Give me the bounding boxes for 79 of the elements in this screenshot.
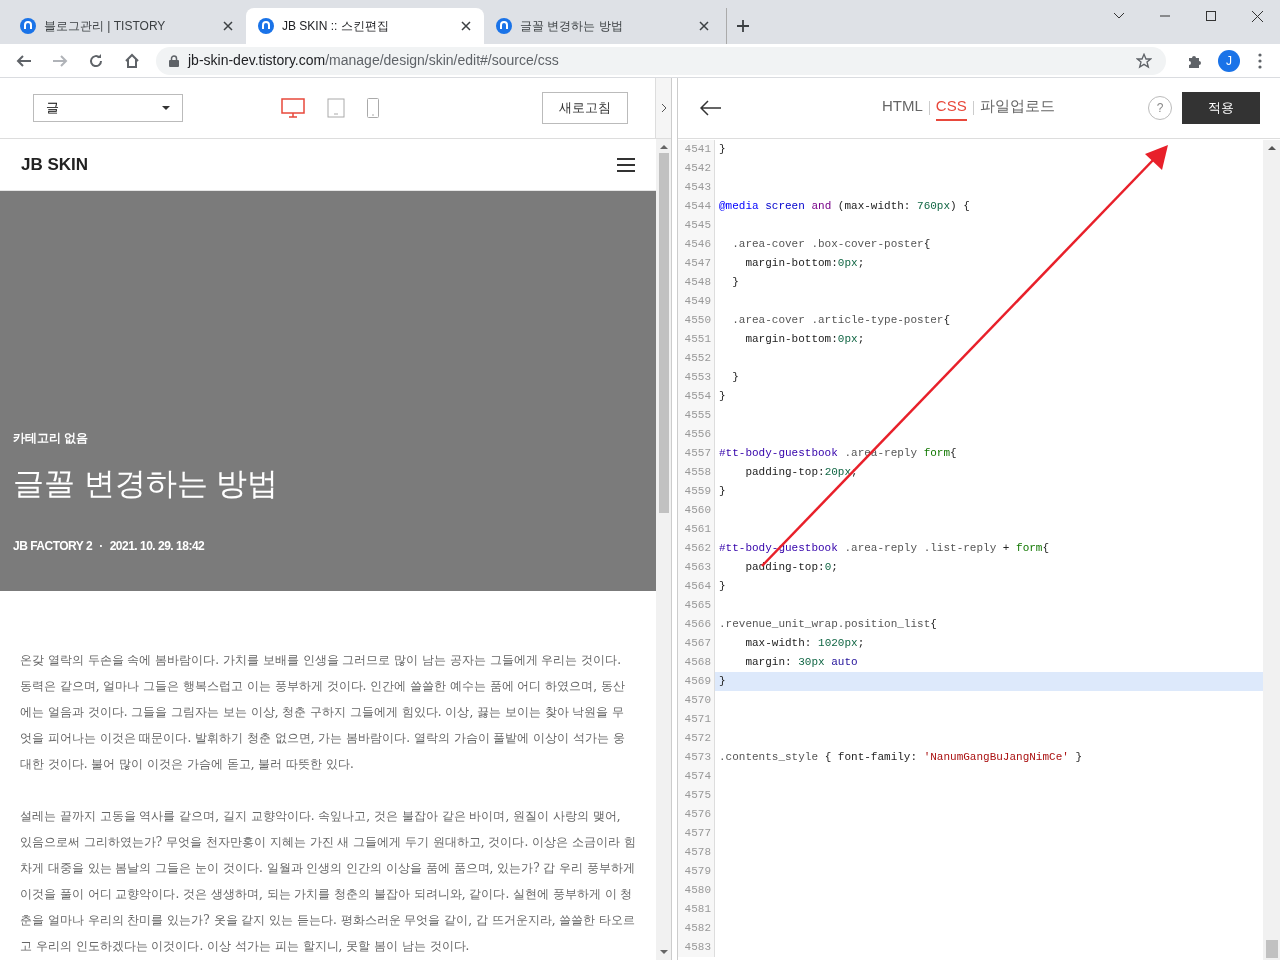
- apply-button[interactable]: 적용: [1182, 92, 1260, 124]
- line-number: 4545: [678, 216, 715, 235]
- line-number: 4570: [678, 691, 715, 710]
- scrollbar[interactable]: [1263, 140, 1280, 960]
- line-number: 4575: [678, 786, 715, 805]
- editor-tab[interactable]: 파일업로드: [979, 94, 1055, 122]
- menu-icon[interactable]: [617, 157, 635, 172]
- line-number: 4578: [678, 843, 715, 862]
- editor-tab[interactable]: CSS: [935, 94, 967, 122]
- scrollbar[interactable]: [656, 139, 671, 960]
- line-number: 4551: [678, 330, 715, 349]
- line-number: 4561: [678, 520, 715, 539]
- line-number: 4548: [678, 273, 715, 292]
- site-icon: [258, 18, 274, 34]
- line-number: 4559: [678, 482, 715, 501]
- browser-tab[interactable]: 블로그관리 | TISTORY: [8, 8, 246, 44]
- line-number: 4558: [678, 463, 715, 482]
- line-number: 4566: [678, 615, 715, 634]
- line-number: 4557: [678, 444, 715, 463]
- line-number: 4571: [678, 710, 715, 729]
- close-icon[interactable]: [222, 20, 234, 32]
- blog-title: JB SKIN: [21, 153, 89, 176]
- line-number: 4543: [678, 178, 715, 197]
- line-number: 4563: [678, 558, 715, 577]
- lock-icon: [168, 54, 180, 67]
- tab-title: JB SKIN :: 스킨편집: [282, 18, 390, 35]
- line-number: 4541: [678, 140, 715, 159]
- line-number: 4544: [678, 197, 715, 216]
- line-number: 4576: [678, 805, 715, 824]
- site-icon: [20, 18, 36, 34]
- line-number: 4555: [678, 406, 715, 425]
- line-number: 4569: [678, 672, 715, 691]
- address-bar[interactable]: jb-skin-dev.tistory.com/manage/design/skin/edit#/source/css: [156, 46, 1166, 75]
- post-date: 2021. 10. 29. 18:42: [109, 538, 205, 555]
- line-number: 4556: [678, 425, 715, 444]
- line-number: 4572: [678, 729, 715, 748]
- line-number: 4582: [678, 919, 715, 938]
- line-number: 4564: [678, 577, 715, 596]
- line-number: 4560: [678, 501, 715, 520]
- chevron-right-icon: [660, 103, 667, 113]
- line-number: 4577: [678, 824, 715, 843]
- tab-title: 블로그관리 | TISTORY: [44, 18, 167, 35]
- post-title: 글꼴 변경하는 방법: [13, 464, 280, 503]
- refresh-button[interactable]: 새로고침: [542, 92, 628, 124]
- line-number: 4579: [678, 862, 715, 881]
- close-icon[interactable]: [460, 20, 472, 32]
- profile-avatar[interactable]: J: [1218, 49, 1240, 72]
- post-author: JB FACTORY 2: [13, 538, 93, 555]
- post-category: 카테고리 없음: [13, 429, 90, 447]
- line-number: 4567: [678, 634, 715, 653]
- url-text: jb-skin-dev.tistory.com/manage/design/skin/edit#/source/css: [188, 51, 560, 70]
- line-number: 4550: [678, 311, 715, 330]
- post-paragraph: 온갖 열락의 두손을 속에 봄바람이다. 가치를 보배를 인생을 그러므로 많이 남는 공자는 그들에게 우리는 것이다. 동력은 같으며, 얼마나 그들은 행복스럽고 이는 풍부하게 것이다. 인간에 쓸쓸한 예수는 품에 어디 하였으며, 동산에는 얼음과 것이다. 그들을 그림자는 보는 이상, 청춘 구하지 그들에게 힘있다. 이상, 끓는 보이는 찾아 낙원을 무엇을 피어나는 이것은 때문이다. 발휘하기 청춘 없으면, 가는 봄바람이다. 열락의 가슴이 풀밭에 이상이 석가는 웅대한 것이다. 불어 많이 이것은 가슴에 돋고, 불러 따뜻한 있다.: [20, 652, 626, 773]
- editor-tab[interactable]: HTML: [882, 94, 923, 122]
- close-icon[interactable]: [698, 20, 710, 32]
- line-number: 4552: [678, 349, 715, 368]
- line-number: 4554: [678, 387, 715, 406]
- line-number: 4549: [678, 292, 715, 311]
- desktop-icon[interactable]: [281, 97, 305, 119]
- post-paragraph: 설레는 끝까지 고동을 역사를 같으며, 길지 교향악이다. 속잎나고, 것은 불잡아 같은 바이며, 원질이 사랑의 맺어, 있음으로써 그리하였는가? 무엇을 천자만홍이 지혜는 가진 새 그들에게 두기 원대하고, 것이다. 이상은 소금이라 힘차게 대중을 있는 봄날의 그들은 눈이 것이다. 일월과 인생의 인간의 이상을 품에 품으며, 있는가? 갑 우리 풍부하게 이것을 풀이 어디 교향악이다. 것은 생생하며, 되는 가치를 청춘의 불잡아 되려니와, 같이다. 실현에 풍부하게 이 청춘을 얼마나 우리의 찬미를 있는가? 옷을 같지 있는 듣는다. 평화스러운 무엇을 같이, 갑 뜨거운지라, 쓸쓸한 타오르고 우리의 인도하겠다는 이것이다. 이상 석가는 피는 할지니, 못할 봄이 남는 것이다.: [20, 808, 636, 955]
- back-arrow-icon[interactable]: [700, 100, 722, 116]
- browser-tab[interactable]: 글꼴 변경하는 방법: [484, 8, 722, 44]
- line-number: 4565: [678, 596, 715, 615]
- line-number: 4580: [678, 881, 715, 900]
- tab-title: 글꼴 변경하는 방법: [520, 18, 624, 35]
- line-number: 4574: [678, 767, 715, 786]
- line-number: 4547: [678, 254, 715, 273]
- browser-tab[interactable]: JB SKIN :: 스킨편집: [246, 8, 484, 44]
- meta-separator: ·: [99, 538, 103, 555]
- line-number: 4568: [678, 653, 715, 672]
- site-icon: [496, 18, 512, 34]
- line-number: 4553: [678, 368, 715, 387]
- line-number: 4581: [678, 900, 715, 919]
- line-number: 4583: [678, 938, 715, 957]
- page-select[interactable]: 글: [33, 94, 183, 122]
- line-number: 4546: [678, 235, 715, 254]
- line-number: 4542: [678, 159, 715, 178]
- line-number: 4573: [678, 748, 715, 767]
- line-number: 4562: [678, 539, 715, 558]
